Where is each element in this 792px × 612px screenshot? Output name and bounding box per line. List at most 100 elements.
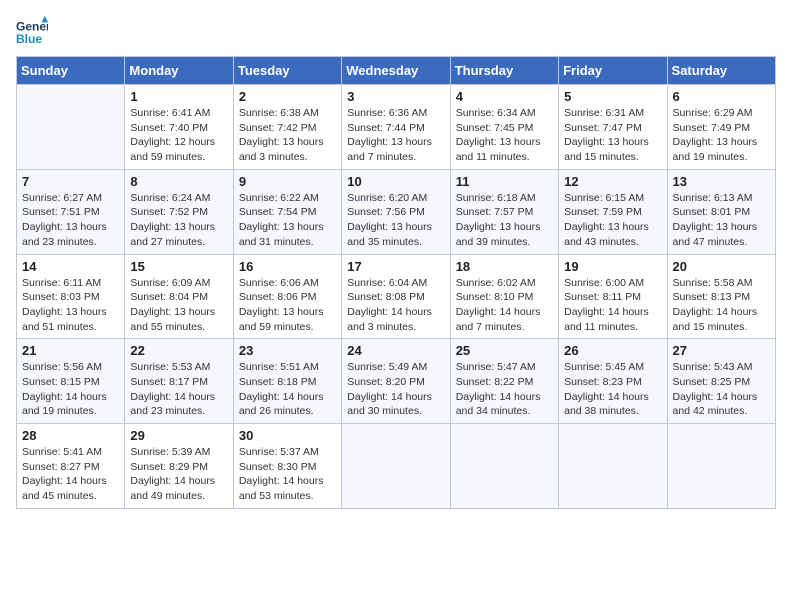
weekday-header-cell: Wednesday (342, 57, 450, 85)
calendar-day-cell: 30 Sunrise: 5:37 AMSunset: 8:30 PMDayligh… (233, 424, 341, 509)
logo-icon: General Blue (16, 16, 48, 48)
calendar-week-row: 14 Sunrise: 6:11 AMSunset: 8:03 PMDayligh… (17, 254, 776, 339)
day-detail: Sunrise: 6:06 AMSunset: 8:06 PMDaylight:… (239, 276, 336, 335)
day-number: 5 (564, 89, 661, 104)
calendar-day-cell: 23Sunrise: 5:51 AMSunset: 8:18 PMDayligh… (233, 339, 341, 424)
calendar-day-cell: 28 Sunrise: 5:41 AMSunset: 8:27 PMDayligh… (17, 424, 125, 509)
calendar-day-cell: 6 Sunrise: 6:29 AMSunset: 7:49 PMDaylight… (667, 85, 775, 170)
calendar-day-cell: 15 Sunrise: 6:09 AMSunset: 8:04 PMDayligh… (125, 254, 233, 339)
day-detail: Sunrise: 5:37 AMSunset: 8:30 PMDaylight:… (239, 445, 336, 504)
day-detail: Sunrise: 6:24 AMSunset: 7:52 PMDaylight:… (130, 191, 227, 250)
weekday-header-row: SundayMondayTuesdayWednesdayThursdayFrid… (17, 57, 776, 85)
day-number: 3 (347, 89, 444, 104)
calendar-day-cell: 2 Sunrise: 6:38 AMSunset: 7:42 PMDaylight… (233, 85, 341, 170)
day-detail: Sunrise: 6:29 AMSunset: 7:49 PMDaylight:… (673, 106, 770, 165)
calendar-day-cell: 12 Sunrise: 6:15 AMSunset: 7:59 PMDayligh… (559, 169, 667, 254)
calendar-day-cell: 18Sunrise: 6:02 AMSunset: 8:10 PMDayligh… (450, 254, 558, 339)
calendar-day-cell (17, 85, 125, 170)
day-detail: Sunrise: 6:31 AMSunset: 7:47 PMDaylight:… (564, 106, 661, 165)
calendar-day-cell: 21 Sunrise: 5:56 AMSunset: 8:15 PMDayligh… (17, 339, 125, 424)
weekday-header-cell: Saturday (667, 57, 775, 85)
day-number: 2 (239, 89, 336, 104)
calendar-day-cell (559, 424, 667, 509)
day-detail: Sunrise: 6:09 AMSunset: 8:04 PMDaylight:… (130, 276, 227, 335)
day-detail: Sunrise: 5:56 AMSunset: 8:15 PMDaylight:… (22, 360, 119, 419)
day-detail: Sunrise: 6:34 AMSunset: 7:45 PMDaylight:… (456, 106, 553, 165)
day-detail: Sunrise: 5:53 AMSunset: 8:17 PMDaylight:… (130, 360, 227, 419)
day-number: 26 (564, 343, 661, 358)
page-header: General Blue (16, 16, 776, 48)
calendar-day-cell (450, 424, 558, 509)
day-number: 21 (22, 343, 119, 358)
day-detail: Sunrise: 6:02 AMSunset: 8:10 PMDaylight:… (456, 276, 553, 335)
day-number: 12 (564, 174, 661, 189)
weekday-header-cell: Monday (125, 57, 233, 85)
day-number: 8 (130, 174, 227, 189)
day-number: 13 (673, 174, 770, 189)
day-detail: Sunrise: 5:49 AMSunset: 8:20 PMDaylight:… (347, 360, 444, 419)
day-number: 6 (673, 89, 770, 104)
day-detail: Sunrise: 6:36 AMSunset: 7:44 PMDaylight:… (347, 106, 444, 165)
calendar-day-cell: 20Sunrise: 5:58 AMSunset: 8:13 PMDayligh… (667, 254, 775, 339)
day-detail: Sunrise: 6:27 AMSunset: 7:51 PMDaylight:… (22, 191, 119, 250)
calendar-day-cell: 25 Sunrise: 5:47 AMSunset: 8:22 PMDayligh… (450, 339, 558, 424)
day-number: 11 (456, 174, 553, 189)
day-number: 14 (22, 259, 119, 274)
day-detail: Sunrise: 5:43 AMSunset: 8:25 PMDaylight:… (673, 360, 770, 419)
day-detail: Sunrise: 6:11 AMSunset: 8:03 PMDaylight:… (22, 276, 119, 335)
day-number: 9 (239, 174, 336, 189)
day-detail: Sunrise: 6:15 AMSunset: 7:59 PMDaylight:… (564, 191, 661, 250)
calendar-day-cell: 5 Sunrise: 6:31 AMSunset: 7:47 PMDaylight… (559, 85, 667, 170)
calendar-day-cell: 9 Sunrise: 6:22 AMSunset: 7:54 PMDaylight… (233, 169, 341, 254)
day-number: 30 (239, 428, 336, 443)
day-detail: Sunrise: 6:13 AMSunset: 8:01 PMDaylight:… (673, 191, 770, 250)
day-detail: Sunrise: 6:00 AMSunset: 8:11 PMDaylight:… (564, 276, 661, 335)
day-number: 20 (673, 259, 770, 274)
calendar-day-cell: 13 Sunrise: 6:13 AMSunset: 8:01 PMDayligh… (667, 169, 775, 254)
weekday-header-cell: Tuesday (233, 57, 341, 85)
calendar-week-row: 1 Sunrise: 6:41 AMSunset: 7:40 PMDaylight… (17, 85, 776, 170)
calendar-week-row: 21 Sunrise: 5:56 AMSunset: 8:15 PMDayligh… (17, 339, 776, 424)
calendar-day-cell: 10Sunrise: 6:20 AMSunset: 7:56 PMDayligh… (342, 169, 450, 254)
calendar-day-cell: 27Sunrise: 5:43 AMSunset: 8:25 PMDayligh… (667, 339, 775, 424)
day-detail: Sunrise: 6:41 AMSunset: 7:40 PMDaylight:… (130, 106, 227, 165)
calendar-body: 1 Sunrise: 6:41 AMSunset: 7:40 PMDaylight… (17, 85, 776, 509)
calendar-day-cell (667, 424, 775, 509)
day-detail: Sunrise: 6:04 AMSunset: 8:08 PMDaylight:… (347, 276, 444, 335)
day-number: 1 (130, 89, 227, 104)
calendar-day-cell: 29 Sunrise: 5:39 AMSunset: 8:29 PMDayligh… (125, 424, 233, 509)
day-number: 22 (130, 343, 227, 358)
day-number: 7 (22, 174, 119, 189)
calendar-day-cell: 7 Sunrise: 6:27 AMSunset: 7:51 PMDaylight… (17, 169, 125, 254)
weekday-header-cell: Thursday (450, 57, 558, 85)
day-number: 19 (564, 259, 661, 274)
logo: General Blue (16, 16, 48, 48)
day-number: 25 (456, 343, 553, 358)
day-number: 16 (239, 259, 336, 274)
calendar-week-row: 28 Sunrise: 5:41 AMSunset: 8:27 PMDayligh… (17, 424, 776, 509)
calendar-day-cell: 8 Sunrise: 6:24 AMSunset: 7:52 PMDaylight… (125, 169, 233, 254)
day-number: 29 (130, 428, 227, 443)
day-detail: Sunrise: 5:39 AMSunset: 8:29 PMDaylight:… (130, 445, 227, 504)
day-detail: Sunrise: 6:38 AMSunset: 7:42 PMDaylight:… (239, 106, 336, 165)
day-number: 28 (22, 428, 119, 443)
day-detail: Sunrise: 6:22 AMSunset: 7:54 PMDaylight:… (239, 191, 336, 250)
calendar-table: SundayMondayTuesdayWednesdayThursdayFrid… (16, 56, 776, 509)
calendar-day-cell: 24 Sunrise: 5:49 AMSunset: 8:20 PMDayligh… (342, 339, 450, 424)
day-detail: Sunrise: 5:51 AMSunset: 8:18 PMDaylight:… (239, 360, 336, 419)
day-number: 24 (347, 343, 444, 358)
day-number: 4 (456, 89, 553, 104)
day-number: 15 (130, 259, 227, 274)
day-detail: Sunrise: 5:41 AMSunset: 8:27 PMDaylight:… (22, 445, 119, 504)
day-detail: Sunrise: 5:47 AMSunset: 8:22 PMDaylight:… (456, 360, 553, 419)
calendar-day-cell: 14 Sunrise: 6:11 AMSunset: 8:03 PMDayligh… (17, 254, 125, 339)
day-detail: Sunrise: 5:45 AMSunset: 8:23 PMDaylight:… (564, 360, 661, 419)
calendar-day-cell: 19 Sunrise: 6:00 AMSunset: 8:11 PMDayligh… (559, 254, 667, 339)
day-number: 17 (347, 259, 444, 274)
weekday-header-cell: Sunday (17, 57, 125, 85)
calendar-day-cell: 26 Sunrise: 5:45 AMSunset: 8:23 PMDayligh… (559, 339, 667, 424)
calendar-day-cell: 4 Sunrise: 6:34 AMSunset: 7:45 PMDaylight… (450, 85, 558, 170)
svg-text:Blue: Blue (16, 32, 42, 46)
calendar-day-cell: 16 Sunrise: 6:06 AMSunset: 8:06 PMDayligh… (233, 254, 341, 339)
day-detail: Sunrise: 6:20 AMSunset: 7:56 PMDaylight:… (347, 191, 444, 250)
